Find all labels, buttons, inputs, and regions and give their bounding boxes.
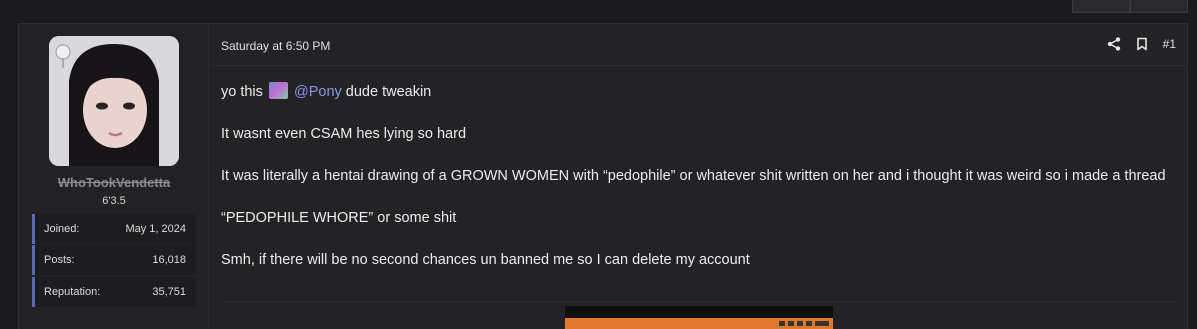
user-mention[interactable]: @Pony bbox=[294, 84, 342, 100]
post-timestamp[interactable]: Saturday at 6:50 PM bbox=[221, 39, 330, 53]
username[interactable]: WhoTookVendetta bbox=[19, 175, 209, 190]
bookmark-icon[interactable] bbox=[1135, 37, 1149, 51]
text-segment: yo this bbox=[221, 84, 263, 100]
forum-post: WhoTookVendetta 6'3.5 Joined: May 1, 202… bbox=[18, 23, 1188, 329]
post-message: Saturday at 6:50 PM #1 yo this @Pony dud… bbox=[210, 24, 1188, 329]
top-strip bbox=[0, 0, 1197, 14]
stat-label: Posts: bbox=[44, 254, 75, 266]
top-button-right[interactable] bbox=[1130, 0, 1188, 13]
post-header: Saturday at 6:50 PM #1 bbox=[210, 24, 1188, 66]
avatar-image bbox=[49, 36, 179, 166]
embed-toolbar-icons bbox=[779, 321, 829, 326]
stat-label: Joined: bbox=[44, 223, 80, 235]
user-title: 6'3.5 bbox=[102, 195, 126, 207]
post-body: yo this @Pony dude tweakin It wasnt even… bbox=[221, 82, 1171, 292]
text-segment: dude tweakin bbox=[345, 84, 432, 100]
content-divider bbox=[221, 301, 1176, 302]
post-number[interactable]: #1 bbox=[1163, 37, 1176, 51]
post-paragraph: It wasnt even CSAM hes lying so hard bbox=[221, 126, 467, 142]
post-paragraph: “PEDOPHILE WHORE” or some shit bbox=[221, 210, 457, 226]
avatar[interactable] bbox=[49, 36, 179, 166]
post-actions: #1 bbox=[1107, 37, 1176, 51]
stat-label: Reputation: bbox=[44, 286, 101, 298]
stat-reputation: Reputation: 35,751 bbox=[32, 277, 196, 307]
post-paragraph: It was literally a hentai drawing of a G… bbox=[221, 168, 1166, 184]
embedded-screenshot[interactable] bbox=[565, 306, 833, 329]
post-paragraph: Smh, if there will be no second chances … bbox=[221, 252, 750, 268]
post-paragraph: yo this @Pony dude tweakin bbox=[221, 82, 1171, 103]
stat-joined: Joined: May 1, 2024 bbox=[32, 214, 196, 244]
stat-posts: Posts: 16,018 bbox=[32, 245, 196, 275]
emoji-icon bbox=[268, 82, 288, 99]
stat-value: May 1, 2024 bbox=[125, 223, 186, 235]
post-user-sidebar: WhoTookVendetta 6'3.5 Joined: May 1, 202… bbox=[19, 24, 209, 329]
stat-value: 35,751 bbox=[152, 286, 186, 298]
top-button-left[interactable] bbox=[1072, 0, 1130, 13]
stat-value: 16,018 bbox=[152, 254, 186, 266]
share-icon[interactable] bbox=[1107, 37, 1121, 51]
